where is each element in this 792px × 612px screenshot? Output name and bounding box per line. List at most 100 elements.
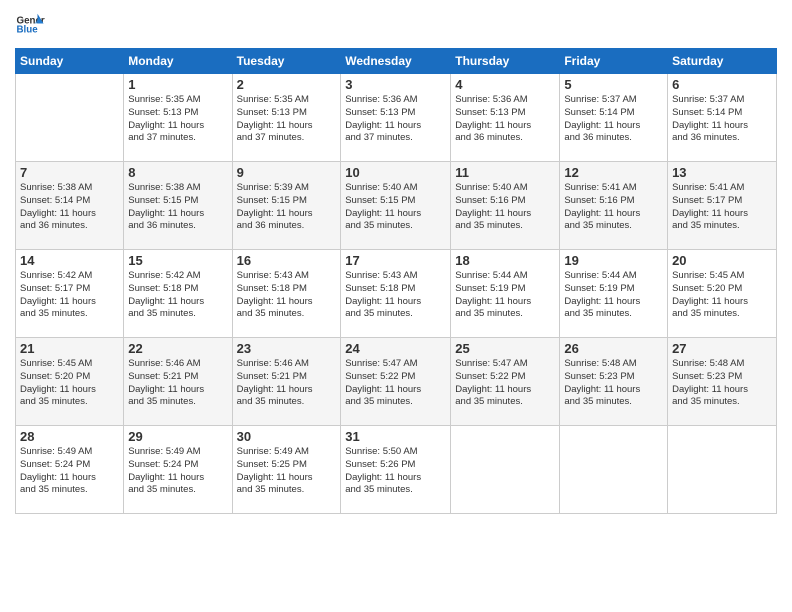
day-info: Sunrise: 5:44 AM Sunset: 5:19 PM Dayligh… [455,270,555,321]
logo-icon: General Blue [15,10,45,40]
day-info: Sunrise: 5:49 AM Sunset: 5:24 PM Dayligh… [20,446,119,497]
calendar-cell: 3 Sunrise: 5:36 AM Sunset: 5:13 PM Daylig… [341,74,451,162]
day-info: Sunrise: 5:36 AM Sunset: 5:13 PM Dayligh… [345,94,446,145]
calendar-cell [560,426,668,514]
weekday-header: Tuesday [232,49,341,74]
calendar-table: SundayMondayTuesdayWednesdayThursdayFrid… [15,48,777,514]
day-number: 14 [20,253,119,268]
day-number: 13 [672,165,772,180]
day-info: Sunrise: 5:45 AM Sunset: 5:20 PM Dayligh… [672,270,772,321]
day-number: 21 [20,341,119,356]
calendar-cell: 28 Sunrise: 5:49 AM Sunset: 5:24 PM Dayli… [16,426,124,514]
calendar-cell: 20Sunrise: 5:45 AM Sunset: 5:20 PM Dayli… [668,250,777,338]
weekday-header: Wednesday [341,49,451,74]
calendar-cell: 14 Sunrise: 5:42 AM Sunset: 5:17 PM Dayli… [16,250,124,338]
day-info: Sunrise: 5:35 AM Sunset: 5:13 PM Dayligh… [128,94,227,145]
calendar-cell: 26 Sunrise: 5:48 AM Sunset: 5:23 PM Dayli… [560,338,668,426]
day-number: 27 [672,341,772,356]
day-info: Sunrise: 5:50 AM Sunset: 5:26 PM Dayligh… [345,446,446,497]
calendar-cell: 13 Sunrise: 5:41 AM Sunset: 5:17 PM Dayli… [668,162,777,250]
calendar-cell: 29Sunrise: 5:49 AM Sunset: 5:24 PM Dayli… [124,426,232,514]
calendar-cell: 31 Sunrise: 5:50 AM Sunset: 5:26 PM Dayli… [341,426,451,514]
day-info: Sunrise: 5:38 AM Sunset: 5:14 PM Dayligh… [20,182,119,233]
day-info: Sunrise: 5:41 AM Sunset: 5:16 PM Dayligh… [564,182,663,233]
day-info: Sunrise: 5:37 AM Sunset: 5:14 PM Dayligh… [564,94,663,145]
calendar-cell: 7 Sunrise: 5:38 AM Sunset: 5:14 PM Daylig… [16,162,124,250]
day-number: 9 [237,165,337,180]
day-info: Sunrise: 5:41 AM Sunset: 5:17 PM Dayligh… [672,182,772,233]
calendar-cell: 22 Sunrise: 5:46 AM Sunset: 5:21 PM Dayli… [124,338,232,426]
calendar-cell [16,74,124,162]
calendar-cell: 15 Sunrise: 5:42 AM Sunset: 5:18 PM Dayli… [124,250,232,338]
weekday-header: Monday [124,49,232,74]
day-number: 11 [455,165,555,180]
calendar-cell [451,426,560,514]
day-info: Sunrise: 5:46 AM Sunset: 5:21 PM Dayligh… [128,358,227,409]
day-number: 8 [128,165,227,180]
calendar-cell: 1 Sunrise: 5:35 AM Sunset: 5:13 PM Daylig… [124,74,232,162]
calendar-cell: 9 Sunrise: 5:39 AM Sunset: 5:15 PM Daylig… [232,162,341,250]
calendar-cell: 16 Sunrise: 5:43 AM Sunset: 5:18 PM Dayli… [232,250,341,338]
calendar-cell: 24Sunrise: 5:47 AM Sunset: 5:22 PM Dayli… [341,338,451,426]
calendar-cell: 21 Sunrise: 5:45 AM Sunset: 5:20 PM Dayli… [16,338,124,426]
calendar-cell: 27 Sunrise: 5:48 AM Sunset: 5:23 PM Dayli… [668,338,777,426]
day-info: Sunrise: 5:42 AM Sunset: 5:17 PM Dayligh… [20,270,119,321]
day-number: 3 [345,77,446,92]
calendar-cell: 5 Sunrise: 5:37 AM Sunset: 5:14 PM Daylig… [560,74,668,162]
day-info: Sunrise: 5:47 AM Sunset: 5:22 PM Dayligh… [455,358,555,409]
day-number: 17 [345,253,446,268]
calendar-cell: 11 Sunrise: 5:40 AM Sunset: 5:16 PM Dayli… [451,162,560,250]
day-info: Sunrise: 5:40 AM Sunset: 5:15 PM Dayligh… [345,182,446,233]
day-number: 16 [237,253,337,268]
calendar-cell: 2 Sunrise: 5:35 AM Sunset: 5:13 PM Daylig… [232,74,341,162]
day-number: 15 [128,253,227,268]
calendar-cell: 10 Sunrise: 5:40 AM Sunset: 5:15 PM Dayli… [341,162,451,250]
day-number: 7 [20,165,119,180]
calendar-cell: 17 Sunrise: 5:43 AM Sunset: 5:18 PM Dayli… [341,250,451,338]
header-area: General Blue [15,10,777,40]
day-info: Sunrise: 5:48 AM Sunset: 5:23 PM Dayligh… [672,358,772,409]
day-number: 26 [564,341,663,356]
day-number: 1 [128,77,227,92]
weekday-header: Thursday [451,49,560,74]
calendar-cell [668,426,777,514]
day-info: Sunrise: 5:49 AM Sunset: 5:24 PM Dayligh… [128,446,227,497]
day-info: Sunrise: 5:40 AM Sunset: 5:16 PM Dayligh… [455,182,555,233]
logo: General Blue [15,10,45,40]
day-number: 22 [128,341,227,356]
calendar-cell: 25 Sunrise: 5:47 AM Sunset: 5:22 PM Dayli… [451,338,560,426]
day-info: Sunrise: 5:36 AM Sunset: 5:13 PM Dayligh… [455,94,555,145]
calendar-cell: 12 Sunrise: 5:41 AM Sunset: 5:16 PM Dayli… [560,162,668,250]
day-number: 12 [564,165,663,180]
day-info: Sunrise: 5:43 AM Sunset: 5:18 PM Dayligh… [237,270,337,321]
day-info: Sunrise: 5:44 AM Sunset: 5:19 PM Dayligh… [564,270,663,321]
weekday-header: Friday [560,49,668,74]
day-number: 31 [345,429,446,444]
day-number: 5 [564,77,663,92]
day-number: 28 [20,429,119,444]
day-info: Sunrise: 5:43 AM Sunset: 5:18 PM Dayligh… [345,270,446,321]
day-number: 23 [237,341,337,356]
day-number: 25 [455,341,555,356]
day-info: Sunrise: 5:48 AM Sunset: 5:23 PM Dayligh… [564,358,663,409]
day-number: 24 [345,341,446,356]
day-number: 4 [455,77,555,92]
day-number: 18 [455,253,555,268]
calendar-cell: 8 Sunrise: 5:38 AM Sunset: 5:15 PM Daylig… [124,162,232,250]
day-info: Sunrise: 5:45 AM Sunset: 5:20 PM Dayligh… [20,358,119,409]
calendar-cell: 19 Sunrise: 5:44 AM Sunset: 5:19 PM Dayli… [560,250,668,338]
day-number: 6 [672,77,772,92]
day-info: Sunrise: 5:49 AM Sunset: 5:25 PM Dayligh… [237,446,337,497]
day-info: Sunrise: 5:42 AM Sunset: 5:18 PM Dayligh… [128,270,227,321]
day-number: 19 [564,253,663,268]
day-info: Sunrise: 5:37 AM Sunset: 5:14 PM Dayligh… [672,94,772,145]
main-container: General Blue SundayMondayTuesdayWednesda… [0,0,792,612]
day-info: Sunrise: 5:46 AM Sunset: 5:21 PM Dayligh… [237,358,337,409]
calendar-cell: 4 Sunrise: 5:36 AM Sunset: 5:13 PM Daylig… [451,74,560,162]
calendar-cell: 23 Sunrise: 5:46 AM Sunset: 5:21 PM Dayli… [232,338,341,426]
day-info: Sunrise: 5:35 AM Sunset: 5:13 PM Dayligh… [237,94,337,145]
day-number: 2 [237,77,337,92]
day-info: Sunrise: 5:38 AM Sunset: 5:15 PM Dayligh… [128,182,227,233]
day-info: Sunrise: 5:39 AM Sunset: 5:15 PM Dayligh… [237,182,337,233]
day-number: 10 [345,165,446,180]
